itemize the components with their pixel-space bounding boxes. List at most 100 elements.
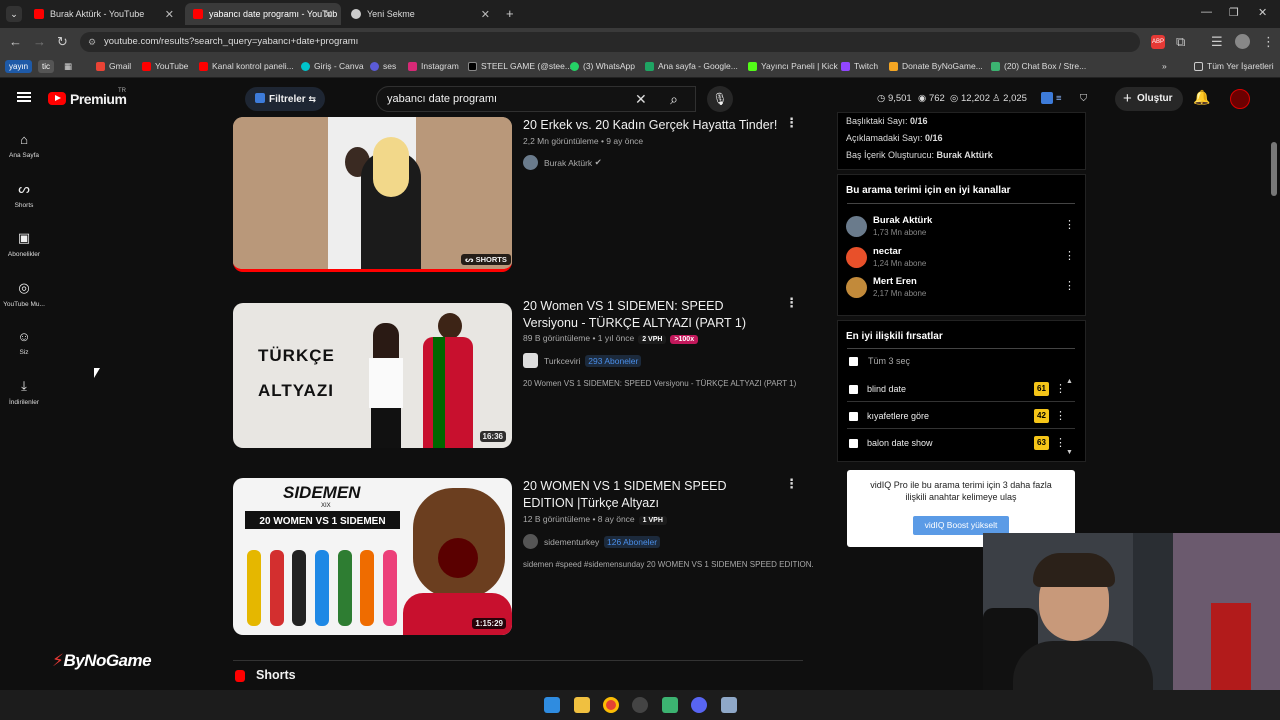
divider [847,348,1075,349]
video-title[interactable]: 20 Women VS 1 SIDEMEN: SPEED Versiyonu -… [523,298,773,332]
obs-icon[interactable] [632,697,648,713]
select-all-checkbox[interactable] [849,357,858,366]
tab-new[interactable]: Yeni Sekme ✕ [343,3,498,25]
chrome-icon[interactable] [603,697,619,713]
all-bookmarks[interactable]: Tüm Yer İşaretleri [1194,61,1274,71]
video-title[interactable]: 20 Erkek vs. 20 Kadın Gerçek Hayatta Tin… [523,117,783,134]
scroll-down-icon[interactable]: ▼ [1066,449,1073,456]
keyword-checkbox[interactable] [849,412,858,421]
keyword-row[interactable]: blind date 61 ⋮ [847,376,1075,402]
channel-row[interactable]: Mert Eren 2,17 Mn abone ⋮ [846,276,1076,300]
scroll-up-icon[interactable]: ▲ [1066,378,1073,385]
sidebar-item-you[interactable]: ☺ Siz [0,329,48,356]
search-icon[interactable]: ⌕ [654,86,694,112]
bookmark-canva[interactable]: Giriş - Canva [301,61,364,71]
voice-search-icon[interactable]: 🎙 [707,86,733,112]
new-tab-plus-icon[interactable]: + [506,6,514,21]
bookmark-youtube[interactable]: YouTube [142,61,188,71]
youtube-logo-icon[interactable] [48,92,66,105]
vidiq-filters-button[interactable]: Filtreler ⇆ [245,87,325,111]
channel-link[interactable]: sidementurkey 126 Aboneler [523,534,661,549]
sidebar-item-home[interactable]: ⌂ Ana Sayfa [0,132,48,159]
extensions-icon[interactable]: ⧉ [1176,34,1185,50]
more-bookmarks-icon[interactable]: » [1162,61,1167,71]
windows-start-icon[interactable] [544,697,560,713]
search-input[interactable]: yabancı date programı ✕ [376,86,696,112]
bookmark-folder-yayin[interactable]: yayın [5,60,33,73]
profile-avatar[interactable] [1235,34,1250,49]
channel-link[interactable]: Burak Aktürk ✔ [523,155,602,170]
account-avatar[interactable] [1230,89,1250,109]
bookmark-donate[interactable]: Donate ByNoGame... [889,61,983,71]
sidebar-item-downloads[interactable]: ⤓ İndirilenler [0,378,48,406]
video-thumbnail[interactable]: SIDEMEN XIX 20 WOMEN VS 1 SIDEMEN 1:15:2… [233,478,512,635]
apps-grid-icon[interactable]: ▦ [64,61,72,72]
verified-icon: ✔ [594,157,602,167]
channel-link[interactable]: Turkceviri 293 Aboneler [523,353,642,368]
channel-row[interactable]: nectar 1,24 Mn abone ⋮ [846,246,1076,270]
reading-list-icon[interactable]: ☰ [1211,34,1223,50]
channel-row[interactable]: Burak Aktürk 1,73 Mn abone ⋮ [846,215,1076,239]
minimize-icon[interactable]: — [1201,6,1212,18]
keyword-row[interactable]: balon date show 63 ⋮ [847,430,1075,456]
vidiq-list-icon[interactable]: ≡ [1056,93,1062,104]
video-thumbnail[interactable]: TÜRKÇE ALTYAZI 16:36 [233,303,512,448]
tab-close-icon[interactable]: ✕ [324,8,333,21]
channel-name: Turkceviri [544,355,581,366]
app-icon[interactable] [721,697,737,713]
video-title[interactable]: 20 WOMEN VS 1 SIDEMEN SPEED EDITION |Tür… [523,478,773,512]
channel-menu-icon[interactable]: ⋮ [1064,279,1075,292]
video-menu-icon[interactable]: ⋮ [785,476,798,492]
tab-search-icon[interactable]: ⌄ [6,6,22,22]
video-menu-icon[interactable]: ⋮ [785,115,798,131]
tab-close-icon[interactable]: ✕ [481,8,490,21]
sidebar-item-subscriptions[interactable]: ▣ Abonelikler [0,230,48,258]
forward-icon[interactable]: → [33,34,46,50]
back-icon[interactable]: ← [9,34,22,50]
bookmark-twitch[interactable]: Twitch [841,61,878,71]
close-window-icon[interactable]: ✕ [1258,6,1267,19]
tab-search-results[interactable]: yabancı date programı - YouTub ✕ [185,3,341,25]
video-thumbnail[interactable]: ᔕ SHORTS [233,117,512,272]
bookmark-kick[interactable]: Yayıncı Paneli | Kick [748,61,838,71]
bookmark-ses[interactable]: ses [370,61,396,71]
clear-search-icon[interactable]: ✕ [635,87,647,111]
page-scrollbar[interactable] [1271,142,1277,196]
vidiq-toolbar-icon[interactable] [1041,92,1053,104]
channel-menu-icon[interactable]: ⋮ [1064,249,1075,262]
tab-burak-akturk[interactable]: Burak Aktürk - YouTube ✕ [26,3,182,25]
sidebar-item-shorts[interactable]: ᔕ Shorts [0,181,48,209]
create-button[interactable]: + Oluştur [1115,87,1183,111]
keyword-checkbox[interactable] [849,385,858,394]
bookmark-chatbox[interactable]: (20) Chat Box / Stre... [991,61,1086,71]
file-explorer-icon[interactable] [574,697,590,713]
adblock-extension-icon[interactable]: ABP [1151,35,1165,49]
maximize-icon[interactable]: ❐ [1229,6,1239,19]
discord-icon[interactable] [691,697,707,713]
keyword-menu-icon[interactable]: ⋮ [1055,409,1066,422]
site-info-icon[interactable]: ⚙ [88,32,96,52]
tab-close-icon[interactable]: ✕ [165,8,174,21]
keyword-menu-icon[interactable]: ⋮ [1055,436,1066,449]
menu-icon[interactable] [17,92,31,102]
address-bar[interactable]: ⚙ youtube.com/results?search_query=yaban… [80,32,1140,52]
keyword-checkbox[interactable] [849,439,858,448]
bookmark-instagram[interactable]: Instagram [408,61,459,71]
bookmark-folder-tic[interactable]: tic [38,60,54,73]
keyword-row[interactable]: kıyafetlere göre 42 ⋮ [847,403,1075,429]
bookmark-google-drive[interactable]: Ana sayfa - Google... [645,61,738,71]
bookmark-steel-game[interactable]: STEEL GAME (@stee... [468,61,572,71]
bookmark-gmail[interactable]: Gmail [96,61,131,71]
browser-menu-icon[interactable]: ⋮ [1262,34,1275,50]
reload-icon[interactable]: ↻ [57,34,68,50]
bookmark-kanal-kontrol[interactable]: Kanal kontrol paneli... [199,61,294,71]
notifications-icon[interactable]: 🔔 [1193,89,1210,106]
channel-menu-icon[interactable]: ⋮ [1064,218,1075,231]
sidebar-item-youtube-music[interactable]: ◎ YouTube Mu... [0,280,48,308]
video-menu-icon[interactable]: ⋮ [785,295,798,311]
app-icon[interactable] [662,697,678,713]
vidiq-badge-icon[interactable]: ⛉ [1080,93,1087,104]
keyword-menu-icon[interactable]: ⋮ [1055,382,1066,395]
channel-subs: 2,17 Mn abone [873,289,927,298]
bookmark-whatsapp[interactable]: (3) WhatsApp [570,61,635,71]
